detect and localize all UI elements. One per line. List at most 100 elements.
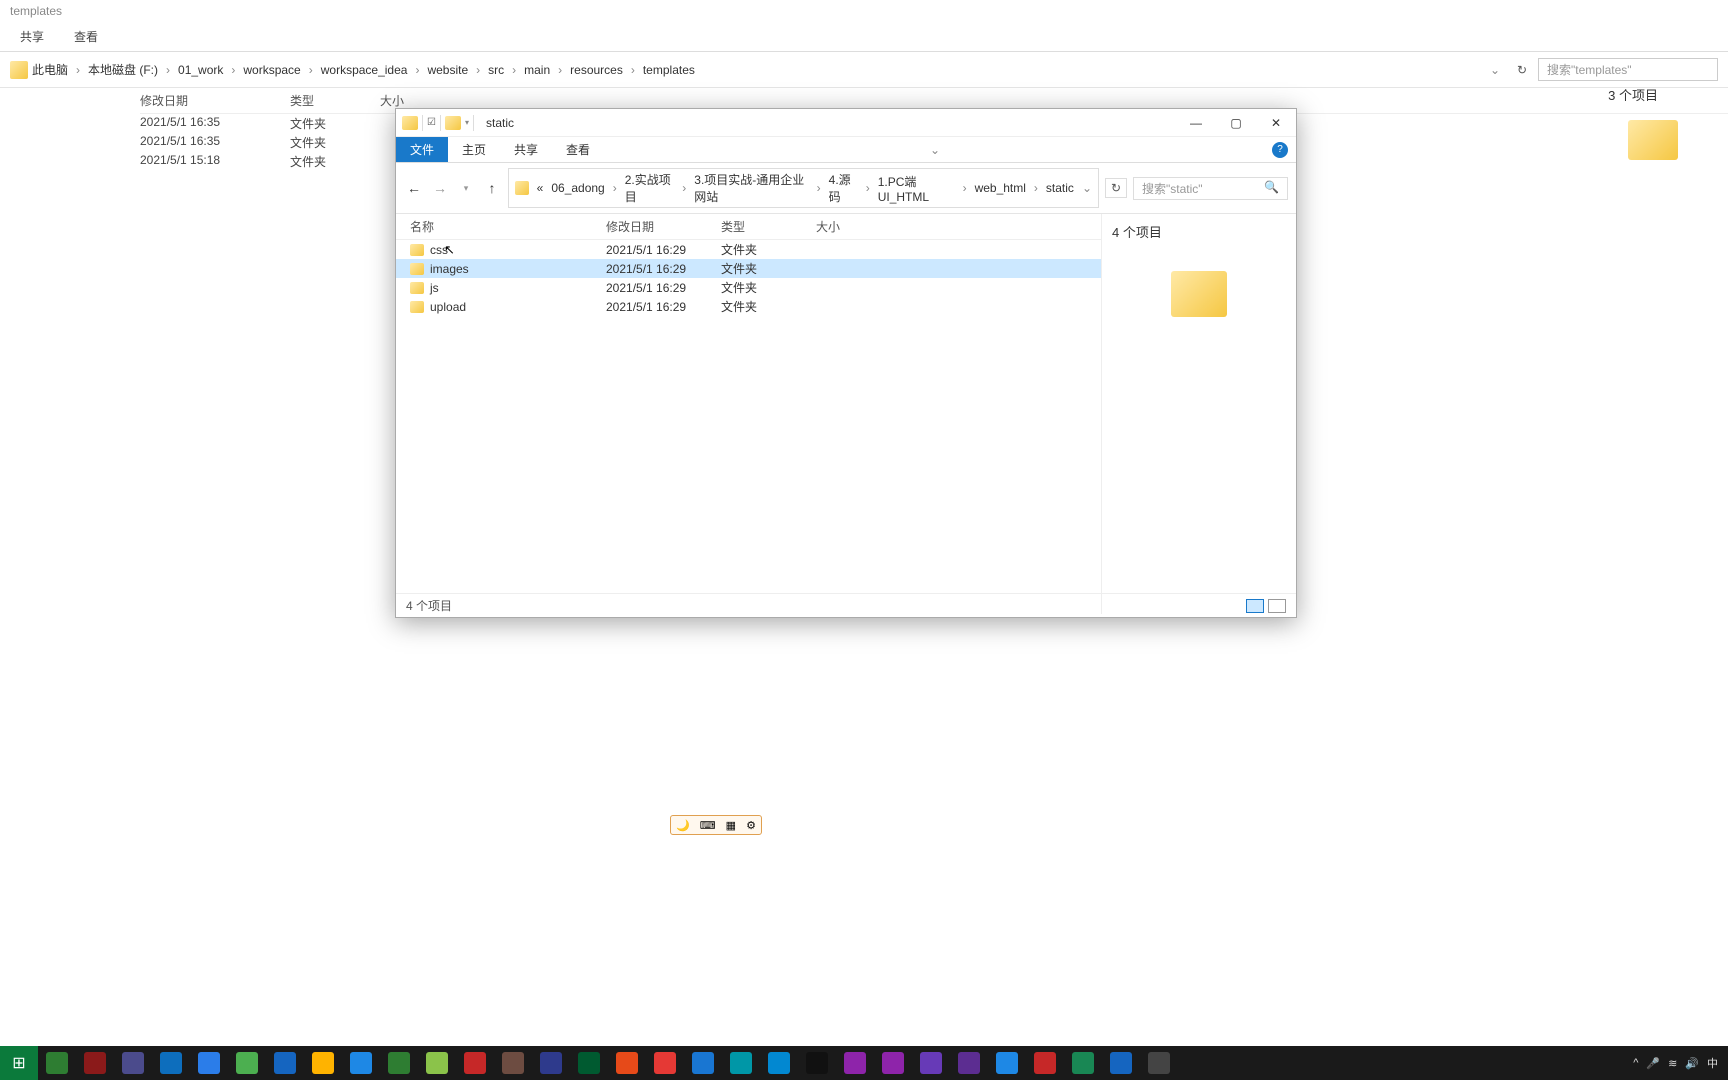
- bg-ribbon-view[interactable]: 查看: [74, 28, 98, 45]
- keyboard-icon[interactable]: ⌨: [700, 819, 716, 832]
- breadcrumb-segment[interactable]: 3.项目实战-通用企业网站: [694, 171, 808, 205]
- breadcrumb-segment[interactable]: main: [524, 63, 550, 77]
- icons-view-button[interactable]: [1268, 599, 1286, 613]
- fg-header-type[interactable]: 类型: [721, 218, 816, 235]
- fg-header-name[interactable]: 名称: [396, 218, 606, 235]
- close-button[interactable]: ✕: [1256, 109, 1296, 137]
- taskbar-app[interactable]: [646, 1046, 684, 1080]
- grid-icon[interactable]: ▦: [726, 819, 736, 832]
- taskbar-app[interactable]: [304, 1046, 342, 1080]
- fg-breadcrumb[interactable]: «06_adong›2.实战项目›3.项目实战-通用企业网站›4.源码›1.PC…: [508, 168, 1099, 208]
- taskbar-app[interactable]: [266, 1046, 304, 1080]
- breadcrumb-segment[interactable]: resources: [570, 63, 623, 77]
- taskbar-app[interactable]: [874, 1046, 912, 1080]
- taskbar-app[interactable]: [1140, 1046, 1178, 1080]
- gear-icon[interactable]: ⚙: [746, 819, 756, 832]
- bg-breadcrumb[interactable]: 此电脑›本地磁盘 (F:)›01_work›workspace›workspac…: [32, 61, 1480, 78]
- volume-icon[interactable]: 🔊: [1685, 1057, 1699, 1070]
- taskbar-app[interactable]: [494, 1046, 532, 1080]
- taskbar-app[interactable]: [608, 1046, 646, 1080]
- breadcrumb-segment[interactable]: 06_adong: [551, 181, 604, 195]
- breadcrumb-segment[interactable]: website: [427, 63, 468, 77]
- nav-forward-icon[interactable]: →: [430, 180, 450, 196]
- breadcrumb-segment[interactable]: 1.PC端UI_HTML: [878, 173, 955, 204]
- taskbar-app[interactable]: [418, 1046, 456, 1080]
- file-row[interactable]: js2021/5/1 16:29文件夹: [396, 278, 1101, 297]
- refresh-icon[interactable]: ↻: [1510, 63, 1534, 77]
- breadcrumb-segment[interactable]: web_html: [975, 181, 1026, 195]
- tray-caret-icon[interactable]: ^: [1633, 1057, 1638, 1069]
- fg-header-date[interactable]: 修改日期: [606, 218, 721, 235]
- breadcrumb-segment[interactable]: workspace_idea: [321, 63, 408, 77]
- taskbar-app[interactable]: [684, 1046, 722, 1080]
- taskbar-app[interactable]: [114, 1046, 152, 1080]
- start-button[interactable]: ⊞: [0, 1046, 38, 1080]
- nav-up-icon[interactable]: ↑: [482, 180, 502, 196]
- taskbar-app[interactable]: [152, 1046, 190, 1080]
- bg-header-type[interactable]: 类型: [290, 92, 380, 109]
- file-row[interactable]: images2021/5/1 16:29文件夹: [396, 259, 1101, 278]
- taskbar-app[interactable]: [76, 1046, 114, 1080]
- bg-search-input[interactable]: 搜索"templates": [1538, 58, 1718, 81]
- system-tray[interactable]: ^ 🎤 ≋ 🔊 中: [1633, 1055, 1728, 1071]
- minimize-button[interactable]: —: [1176, 109, 1216, 137]
- taskbar-app[interactable]: [1102, 1046, 1140, 1080]
- fg-header-size[interactable]: 大小: [816, 218, 876, 235]
- taskbar-app[interactable]: [1026, 1046, 1064, 1080]
- ribbon-expand-icon[interactable]: ⌄: [930, 143, 946, 157]
- bg-ribbon-share[interactable]: 共享: [20, 28, 44, 45]
- taskbar-app[interactable]: [456, 1046, 494, 1080]
- bg-breadcrumb-dropdown[interactable]: ⌄: [1484, 63, 1506, 77]
- breadcrumb-segment[interactable]: 本地磁盘 (F:): [88, 61, 158, 78]
- breadcrumb-segment[interactable]: templates: [643, 63, 695, 77]
- fg-column-headers[interactable]: 名称 修改日期 类型 大小: [396, 214, 1101, 240]
- breadcrumb-segment[interactable]: 4.源码: [829, 171, 858, 205]
- microphone-icon[interactable]: 🎤: [1646, 1057, 1660, 1070]
- taskbar-app[interactable]: [342, 1046, 380, 1080]
- breadcrumb-segment[interactable]: 此电脑: [32, 61, 68, 78]
- breadcrumb-segment[interactable]: static: [1046, 181, 1074, 195]
- network-icon[interactable]: ≋: [1668, 1057, 1677, 1070]
- ribbon-tab-share[interactable]: 共享: [500, 137, 552, 162]
- taskbar-app[interactable]: [532, 1046, 570, 1080]
- floating-tool-widget[interactable]: 🌙 ⌨ ▦ ⚙: [670, 815, 762, 835]
- taskbar-app[interactable]: [836, 1046, 874, 1080]
- maximize-button[interactable]: ▢: [1216, 109, 1256, 137]
- taskbar-app[interactable]: [760, 1046, 798, 1080]
- taskbar-app[interactable]: [38, 1046, 76, 1080]
- ribbon-tab-home[interactable]: 主页: [448, 137, 500, 162]
- details-view-button[interactable]: [1246, 599, 1264, 613]
- taskbar[interactable]: ⊞ ^ 🎤 ≋ 🔊 中: [0, 1046, 1728, 1080]
- taskbar-app[interactable]: [950, 1046, 988, 1080]
- ribbon-tab-view[interactable]: 查看: [552, 137, 604, 162]
- taskbar-app[interactable]: [570, 1046, 608, 1080]
- qat-dropdown-icon[interactable]: ▾: [465, 118, 469, 127]
- taskbar-app[interactable]: [912, 1046, 950, 1080]
- nav-back-icon[interactable]: ←: [404, 180, 424, 196]
- breadcrumb-segment[interactable]: src: [488, 63, 504, 77]
- foreground-explorer-window[interactable]: ☑ ▾ static — ▢ ✕ 文件 主页 共享 查看 ⌄ ? ← → ▾ ↑…: [395, 108, 1297, 618]
- ime-indicator[interactable]: 中: [1707, 1055, 1718, 1071]
- qat-checkbox-icon[interactable]: ☑: [427, 117, 436, 128]
- bg-header-size[interactable]: 大小: [380, 92, 460, 109]
- taskbar-app[interactable]: [1064, 1046, 1102, 1080]
- file-row[interactable]: css2021/5/1 16:29文件夹: [396, 240, 1101, 259]
- fg-file-list-area[interactable]: 名称 修改日期 类型 大小 css2021/5/1 16:29文件夹images…: [396, 214, 1101, 614]
- nav-recent-dropdown[interactable]: ▾: [456, 183, 476, 194]
- taskbar-app[interactable]: [988, 1046, 1026, 1080]
- fg-search-input[interactable]: 搜索"static" 🔍: [1133, 177, 1288, 200]
- taskbar-app[interactable]: [228, 1046, 266, 1080]
- breadcrumb-segment[interactable]: workspace: [243, 63, 300, 77]
- breadcrumb-dropdown[interactable]: ⌄: [1082, 181, 1092, 195]
- fg-titlebar[interactable]: ☑ ▾ static — ▢ ✕: [396, 109, 1296, 137]
- breadcrumb-segment[interactable]: 01_work: [178, 63, 223, 77]
- breadcrumb-overflow[interactable]: «: [537, 181, 544, 195]
- breadcrumb-segment[interactable]: 2.实战项目: [625, 171, 675, 205]
- taskbar-app[interactable]: [380, 1046, 418, 1080]
- ribbon-tab-file[interactable]: 文件: [396, 137, 448, 162]
- file-row[interactable]: upload2021/5/1 16:29文件夹: [396, 297, 1101, 316]
- taskbar-app[interactable]: [722, 1046, 760, 1080]
- help-icon[interactable]: ?: [1272, 142, 1288, 158]
- bg-header-date[interactable]: 修改日期: [140, 92, 290, 109]
- taskbar-app[interactable]: [190, 1046, 228, 1080]
